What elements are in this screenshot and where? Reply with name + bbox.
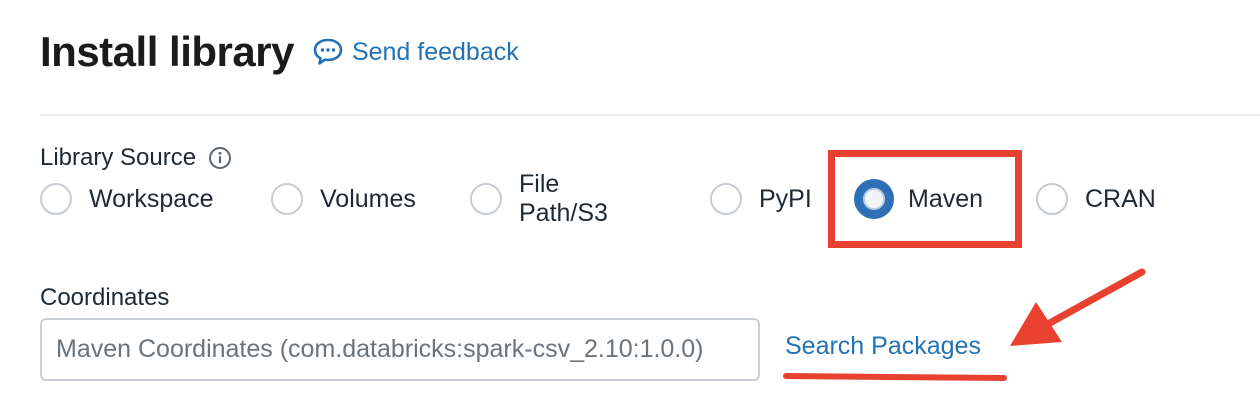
page-title: Install library (40, 28, 294, 75)
coordinates-label: Coordinates (40, 284, 170, 311)
search-packages-underline-annotation (782, 373, 1008, 381)
radio-workspace[interactable]: Workspace (40, 178, 214, 220)
maven-highlight-box (828, 150, 1022, 248)
header: Install library Send feedback (40, 22, 519, 82)
radio-cran[interactable]: CRAN (1036, 178, 1156, 220)
radio-button[interactable] (1036, 183, 1068, 215)
radio-volumes[interactable]: Volumes (271, 178, 416, 220)
radio-button[interactable] (40, 183, 72, 215)
coordinates-label-row: Coordinates (40, 284, 169, 312)
radio-label: File Path/S3 (519, 170, 608, 227)
radio-button[interactable] (271, 183, 303, 215)
speech-bubble-icon (313, 38, 343, 65)
library-source-label: Library Source (40, 144, 197, 171)
send-feedback-label: Send feedback (351, 37, 519, 66)
library-source-label-row: Library Source (40, 144, 232, 172)
header-divider (40, 114, 1260, 116)
radio-label: PyPI (759, 184, 812, 213)
radio-label: CRAN (1085, 184, 1156, 213)
search-packages-link[interactable]: Search Packages (785, 332, 981, 361)
radio-button[interactable] (470, 183, 502, 215)
radio-label: Volumes (320, 184, 416, 213)
info-icon[interactable] (208, 146, 232, 170)
radio-button[interactable] (710, 183, 742, 215)
radio-file-path-s3[interactable]: File Path/S3 (470, 170, 608, 227)
radio-label: Workspace (89, 184, 214, 213)
maven-coordinates-input[interactable] (56, 335, 758, 364)
maven-coordinates-input-box (40, 318, 760, 381)
send-feedback-link[interactable]: Send feedback (312, 37, 519, 67)
radio-pypi[interactable]: PyPI (710, 178, 812, 220)
